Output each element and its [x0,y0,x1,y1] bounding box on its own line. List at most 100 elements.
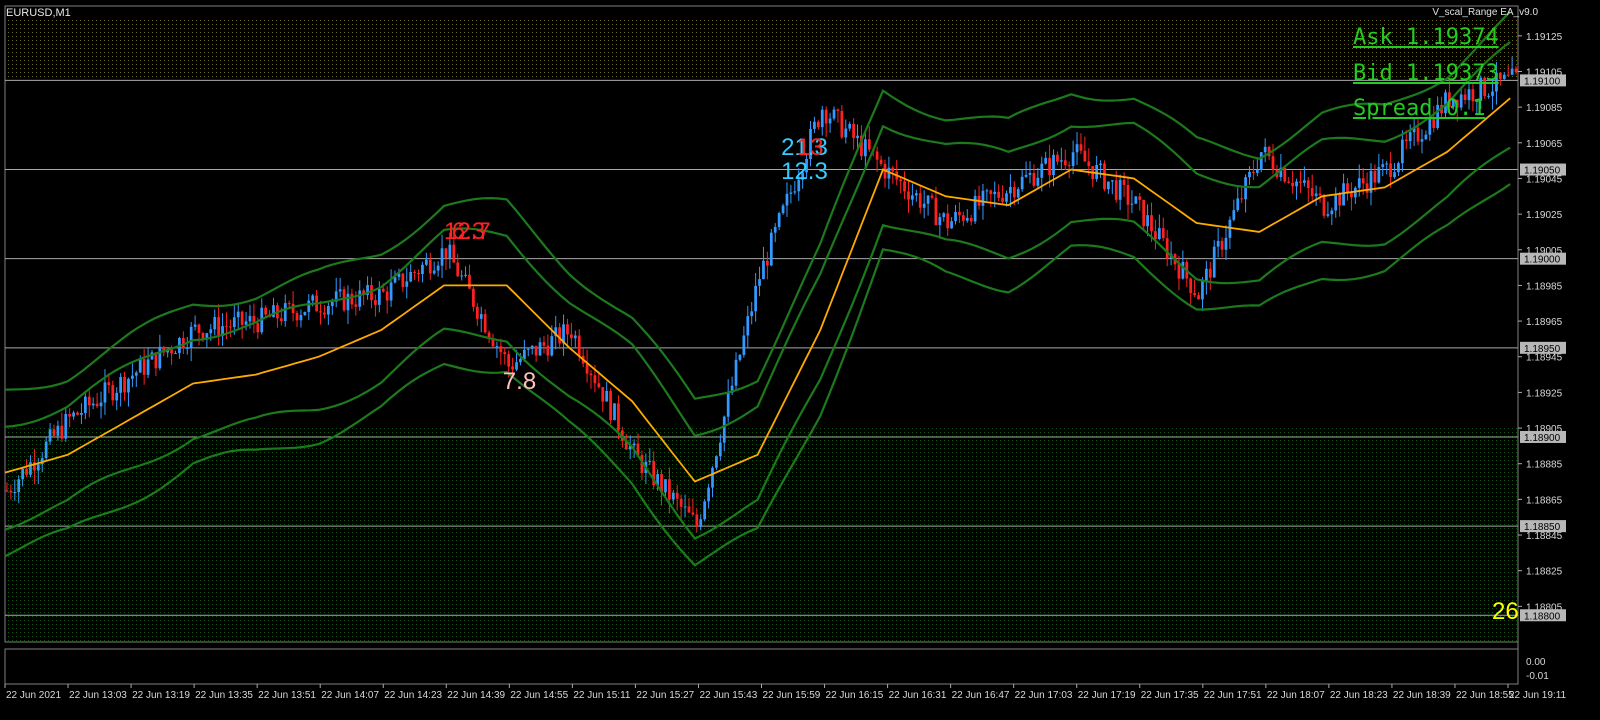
candle-body [409,271,413,282]
candle-body [44,441,48,459]
candle-body [1224,237,1228,250]
price-level-box-label: 1.19050 [1524,166,1561,177]
candle-body [668,479,671,500]
candle-body [1189,278,1193,294]
candle-body [283,303,287,322]
candle-body [1009,187,1012,194]
candle-body [499,346,503,353]
candle-body [1044,157,1048,164]
candle-body [99,402,103,407]
candle-body [1036,177,1040,186]
time-tick-label: 22 Jun 2021 [6,690,61,701]
candle-body [1103,163,1106,190]
candle-body [742,335,746,355]
candle-body [1303,180,1306,183]
candle-body [413,271,416,273]
candle-body [938,217,942,226]
time-tick-label: 22 Jun 14:39 [447,690,505,701]
candle-body [1024,174,1028,177]
price-tick-label: 1.19025 [1526,210,1563,221]
candle-body [691,512,695,515]
candle-body [1161,228,1165,239]
candle-body [80,412,83,415]
time-tick-label: 22 Jun 13:51 [258,690,316,701]
candle-body [715,456,718,468]
symbol-title[interactable]: EURUSD,M1 [6,7,71,19]
candle-body [21,468,25,480]
candle-body [421,264,424,275]
candle-body [1236,198,1240,211]
candle-body [907,191,910,200]
candle-body [722,416,726,443]
time-tick-label: 22 Jun 16:47 [952,690,1010,701]
time-tick-label: 22 Jun 17:19 [1078,690,1136,701]
candle-body [354,304,358,307]
time-tick-label: 22 Jun 19:11 [1509,690,1567,701]
candle-body [1220,240,1224,250]
candle-body [1020,176,1024,190]
candle-body [1255,169,1259,173]
candle-body [773,227,777,233]
candle-body [1142,199,1146,227]
candle-body [1067,165,1071,167]
candle-body [1095,165,1099,180]
candle-body [1404,139,1408,142]
candle-body [1271,156,1275,170]
candle-body [558,327,562,344]
candle-body [816,121,820,128]
candle-body [1232,210,1236,220]
candle-body [1118,179,1122,200]
price-tick-label: 1.18865 [1526,495,1563,506]
candle-body [9,490,13,493]
candle-body [1071,152,1075,166]
time-tick-label: 22 Jun 18:39 [1393,690,1451,701]
candle-body [1338,194,1342,206]
candle-body [671,492,675,500]
candle-body [899,179,903,182]
candle-body [534,345,538,356]
candle-body [1373,170,1377,183]
candle-body [1498,72,1502,79]
time-tick-label: 22 Jun 17:03 [1015,690,1073,701]
candle-body [111,385,115,401]
candle-body [754,285,757,312]
candle-body [432,270,436,274]
candle-body [903,181,906,192]
candle-body [1514,68,1518,73]
candle-body [119,377,123,393]
candle-body [1487,95,1490,97]
candle-body [1134,196,1138,204]
candle-body [585,363,589,374]
ask-quote: Ask 1.19374 [1353,25,1499,50]
candle-body [738,354,742,360]
time-tick-label: 22 Jun 14:23 [384,690,442,701]
candle-body [264,307,268,315]
candle-body [464,274,467,276]
candle-body [428,259,432,274]
candle-body [323,312,326,315]
candle-body [934,197,938,226]
price-level-box-label: 1.19000 [1524,255,1561,266]
candle-body [820,109,824,128]
time-tick-label: 22 Jun 16:31 [889,690,947,701]
candle-body [36,464,40,471]
candle-body [687,506,691,513]
candle-body [950,221,953,229]
candle-body [1283,167,1287,182]
price-tick-label: 1.18985 [1526,281,1563,292]
candle-body [405,281,409,287]
candle-body [918,193,922,208]
candle-body [29,462,32,475]
candle-body [1201,280,1204,300]
mt4-chart-window[interactable]: 1.19125 1.19105 1.19085 1.19065 1.19045 1.190… [0,0,1600,720]
candle-body [401,273,405,287]
candle-body [1306,180,1310,189]
candle-body [229,326,232,328]
candle-body [1181,261,1185,279]
bar-countdown: 26 [1492,598,1519,625]
candle-body [244,321,248,325]
candle-body [1240,198,1244,200]
candle-body [417,272,420,275]
candle-body [1314,193,1318,196]
candle-body [683,506,687,508]
